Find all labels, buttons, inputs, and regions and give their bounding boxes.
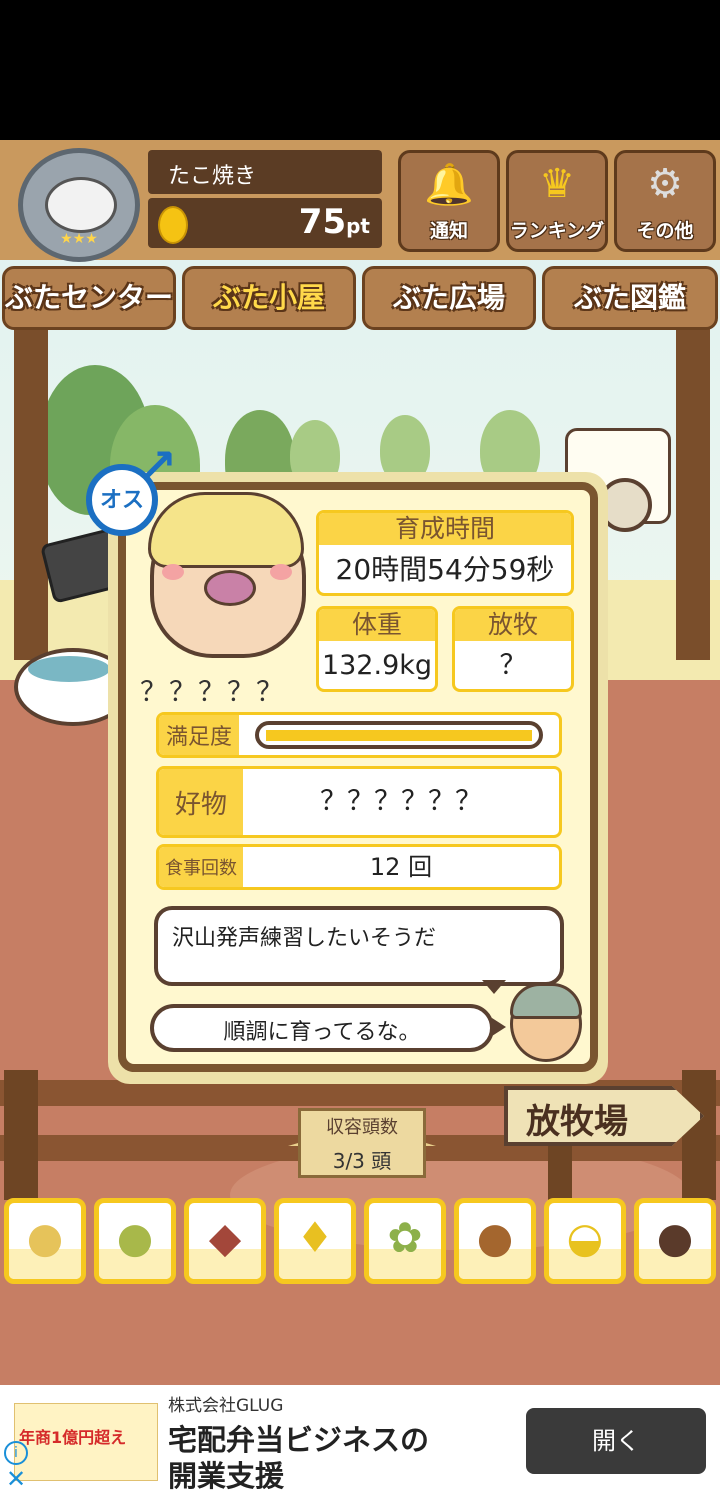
tab-pig-barn[interactable]: ぶた小屋 (182, 266, 356, 330)
meal-count-label: 食事回数 (159, 847, 243, 887)
food-item-sweet-potato[interactable]: ◆ (184, 1198, 266, 1284)
ad-headline-line2: 開業支援 (168, 1459, 285, 1493)
gear-icon: ⚙ (647, 161, 683, 207)
pasture-sign-text: 放牧場 (526, 1102, 628, 1142)
pig-face-icon (45, 177, 117, 233)
corn-icon: ♦ (296, 1213, 334, 1262)
pig-thought-bubble: 沢山発声練習したいそうだ (154, 906, 564, 986)
pig-cheek (162, 564, 184, 580)
mixed-beans-icon: ● (116, 1213, 154, 1262)
ad-image: 年商1億円超え (14, 1403, 158, 1481)
weight-value: 132.9kg (321, 650, 433, 681)
grain-bowl-icon: ◒ (566, 1213, 604, 1262)
growth-time-box: 育成時間 20時間54分59秒 (316, 510, 574, 596)
farmer-comment-text: 順調に育ってるな。 (223, 1020, 421, 1045)
soybeans-icon: ● (26, 1213, 64, 1262)
pig-hair (148, 492, 304, 568)
bubble-tail (482, 980, 506, 994)
farmer-comment-bubble: 順調に育ってるな。 (150, 1004, 494, 1052)
food-item-grain-bowl[interactable]: ◒ (544, 1198, 626, 1284)
meal-count-row: 食事回数 12 回 (156, 844, 562, 890)
ad-open-button[interactable]: 開く (526, 1408, 706, 1474)
food-item-acorns[interactable]: ● (454, 1198, 536, 1284)
fence-post (682, 1070, 716, 1200)
acorns-icon: ● (476, 1213, 514, 1262)
player-name-bar: たこ焼き (148, 150, 382, 194)
ad-info-icon[interactable]: i (4, 1441, 28, 1465)
tab-pig-encyclopedia[interactable]: ぶた図鑑 (542, 266, 718, 330)
bubble-tail (492, 1018, 506, 1036)
ranking-button[interactable]: ♛ ランキング (506, 150, 608, 252)
capacity-sign: 収容頭数 3/3 頭 (288, 1100, 436, 1182)
farmer-cap-icon (510, 983, 582, 1019)
satisfaction-bar (255, 721, 543, 749)
male-symbol-icon: ↗ (140, 440, 177, 491)
favorite-food-label: 好物 (159, 769, 243, 835)
capacity-label: 収容頭数 (326, 1117, 398, 1138)
pig-portrait[interactable] (148, 492, 306, 658)
pig-cheek (270, 564, 292, 580)
growth-time-value: 20時間54分59秒 (335, 553, 555, 586)
weight-box: 体重 132.9kg (316, 606, 438, 692)
rank-badge[interactable]: ★★★ (18, 148, 140, 262)
pig-thought-text: 沢山発声練習したいそうだ (172, 926, 437, 951)
meal-count-value: 12 回 (369, 853, 433, 881)
star-icon: ★★★ (60, 231, 98, 247)
coin-icon (158, 206, 188, 244)
tab-pig-center[interactable]: ぶたセンター (2, 266, 176, 330)
pig-snout-icon (204, 570, 256, 606)
other-button[interactable]: ⚙ その他 (614, 150, 716, 252)
sweet-potato-icon: ◆ (208, 1213, 242, 1262)
pasture-value: ？ (499, 650, 527, 681)
pasture-label: 放牧 (455, 609, 571, 641)
growth-time-label: 育成時間 (319, 513, 571, 545)
pig-name: ？？？？？ (140, 677, 285, 708)
ad-advertiser: 株式会社GLUG (168, 1396, 284, 1416)
wooden-post (676, 320, 710, 660)
food-item-corn[interactable]: ♦ (274, 1198, 356, 1284)
points-bar: 75pt (148, 198, 382, 248)
capacity-value: 3/3 頭 (332, 1149, 392, 1173)
sign-post (548, 1146, 572, 1202)
satisfaction-label: 満足度 (159, 715, 239, 755)
pasture-sign[interactable]: 放牧場 (504, 1086, 704, 1146)
bell-icon: 🔔 (424, 162, 474, 208)
sign-board: 収容頭数 3/3 頭 (298, 1108, 426, 1178)
crown-icon: ♛ (539, 161, 575, 207)
wooden-post (14, 320, 48, 660)
food-item-mixed-beans[interactable]: ● (94, 1198, 176, 1284)
favorite-food-value: ？？？？？？ (320, 786, 482, 817)
pasture-box: 放牧 ？ (452, 606, 574, 692)
ad-close-icon[interactable]: ✕ (6, 1467, 26, 1491)
ginkgo-nuts-icon: ✿ (387, 1213, 423, 1262)
ad-image-text: 年商1億円超え (19, 1428, 127, 1447)
notification-button[interactable]: 🔔 通知 (398, 150, 500, 252)
points-value: 75pt (298, 202, 370, 242)
food-item-ginkgo-nuts[interactable]: ✿ (364, 1198, 446, 1284)
dumplings-plate-icon: ● (656, 1213, 694, 1262)
food-item-dumplings[interactable]: ● (634, 1198, 716, 1284)
fence-post (4, 1070, 38, 1200)
player-name: たこ焼き (168, 164, 257, 189)
tab-pig-plaza[interactable]: ぶた広場 (362, 266, 536, 330)
ad-banner[interactable]: 年商1億円超え 株式会社GLUG 宅配弁当ビジネスの 開業支援 開く i ✕ (0, 1385, 720, 1496)
food-item-soybeans[interactable]: ● (4, 1198, 86, 1284)
farmer-avatar (510, 983, 582, 1062)
satisfaction-bar-fill (266, 730, 532, 741)
weight-label: 体重 (319, 609, 435, 641)
favorite-food-row: 好物 ？？？？？？ (156, 766, 562, 838)
water-icon (28, 656, 110, 682)
satisfaction-row: 満足度 (156, 712, 562, 758)
